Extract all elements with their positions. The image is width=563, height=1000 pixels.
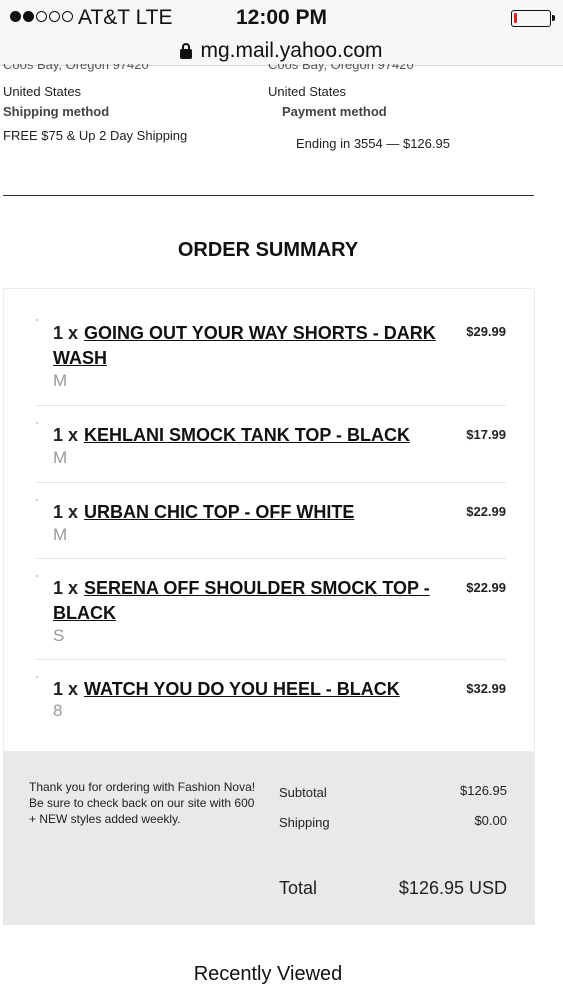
payment-method-value: Ending in 3554 — $126.95 [296,136,450,151]
item-qty: 1 x [53,323,79,343]
shipping-city-line: Coos Bay, Oregon 97420 [3,64,149,72]
battery-level [514,13,517,23]
subtotal-value: $126.95 [460,783,507,798]
list-item: 1 x URBAN CHIC TOP - OFF WHITE M $22.99 [34,499,506,555]
item-variant: S [53,626,65,645]
item-title: 1 x SERENA OFF SHOULDER SMOCK TOP - BLACK [53,576,448,626]
list-item: 1 x WATCH YOU DO YOU HEEL - BLACK 8 $32.9… [34,676,506,736]
item-variant: M [53,371,68,390]
item-qty: 1 x [53,578,79,598]
item-qty: 1 x [53,425,79,445]
order-items-list: 1 x GOING OUT YOUR WAY SHORTS - DARK WASH… [3,288,535,752]
item-title: 1 x URBAN CHIC TOP - OFF WHITE [53,500,448,525]
url-bar[interactable]: mg.mail.yahoo.com [0,36,563,66]
battery-icon [511,10,555,27]
shipping-method-value: FREE $75 & Up 2 Day Shipping [3,128,188,143]
list-item: 1 x KEHLANI SMOCK TANK TOP - BLACK M $17.… [34,422,506,478]
recently-viewed-heading: Recently Viewed [193,963,343,985]
list-item: 1 x GOING OUT YOUR WAY SHORTS - DARK WASH… [34,319,506,399]
item-qty: 1 x [53,679,79,699]
subtotal-label: Subtotal [279,785,327,800]
total-label: Total [279,878,318,898]
url-text[interactable]: mg.mail.yahoo.com [200,39,382,63]
shipping-label: Shipping [279,815,330,830]
product-link[interactable]: KEHLANI SMOCK TANK TOP - BLACK [84,425,410,445]
billing-country: United States [268,84,347,99]
item-price: $29.99 [466,324,506,339]
total-value: $126.95 USD [398,878,507,898]
item-separator [36,405,506,406]
thank-you-message: Thank you for ordering with Fashion Nova… [29,780,256,826]
item-separator [36,558,506,559]
order-totals-panel: Thank you for ordering with Fashion Nova… [3,752,535,925]
item-variant: 8 [53,701,63,720]
item-price: $22.99 [466,504,506,519]
item-qty: 1 x [53,502,79,522]
status-clock: 12:00 PM [235,6,328,29]
item-price: $32.99 [466,681,506,696]
item-title: 1 x WATCH YOU DO YOU HEEL - BLACK [53,677,448,702]
billing-city-line: Coos Bay, Oregon 97420 [268,64,414,72]
shipping-method-label: Shipping method [3,104,110,119]
item-separator [36,482,506,483]
item-variant: M [53,525,68,544]
item-title: 1 x GOING OUT YOUR WAY SHORTS - DARK WASH [53,321,448,371]
order-summary-title: ORDER SUMMARY [177,239,359,261]
product-link[interactable]: URBAN CHIC TOP - OFF WHITE [84,502,354,522]
shipping-value: $0.00 [474,813,507,828]
item-separator [36,659,506,660]
shipping-country: United States [3,84,82,99]
product-link[interactable]: SERENA OFF SHOULDER SMOCK TOP - BLACK [53,578,430,623]
item-price: $17.99 [466,427,506,442]
list-item: 1 x SERENA OFF SHOULDER SMOCK TOP - BLACK… [34,575,506,655]
status-bar: AT&T LTE 12:00 PM [0,0,563,36]
item-title: 1 x KEHLANI SMOCK TANK TOP - BLACK [53,423,448,448]
lock-icon [180,42,193,59]
payment-method-label: Payment method [282,104,387,119]
item-price: $22.99 [466,580,506,595]
product-link[interactable]: GOING OUT YOUR WAY SHORTS - DARK WASH [53,323,436,368]
item-variant: M [53,448,68,467]
section-divider [3,195,534,196]
product-link[interactable]: WATCH YOU DO YOU HEEL - BLACK [84,679,400,699]
